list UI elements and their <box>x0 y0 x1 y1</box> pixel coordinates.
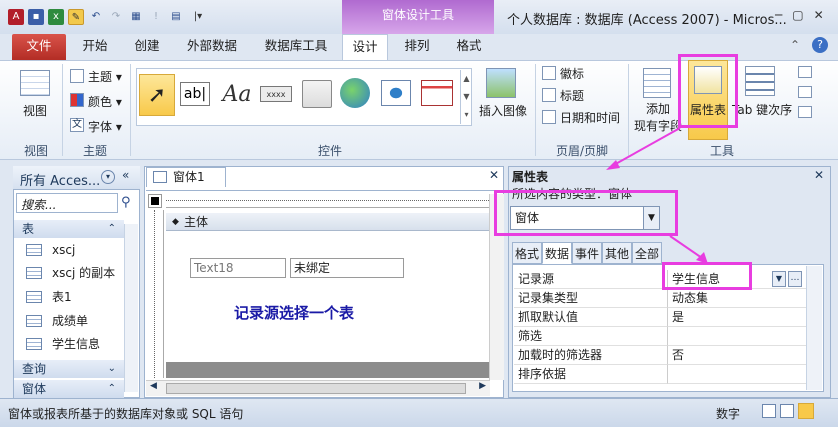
status-text: 窗体或报表所基于的数据库对象或 SQL 语句 <box>8 407 244 421</box>
design-view-status-icon[interactable] <box>798 403 814 419</box>
arrow-line <box>669 235 703 259</box>
num-lock-indicator: 数字 <box>716 407 741 421</box>
arrow-head <box>696 252 708 264</box>
form-view-icon[interactable] <box>762 404 776 418</box>
arrow-line <box>611 127 681 167</box>
layout-view-icon[interactable] <box>780 404 794 418</box>
annotation-arrows <box>606 127 708 264</box>
arrow-head <box>606 160 620 170</box>
